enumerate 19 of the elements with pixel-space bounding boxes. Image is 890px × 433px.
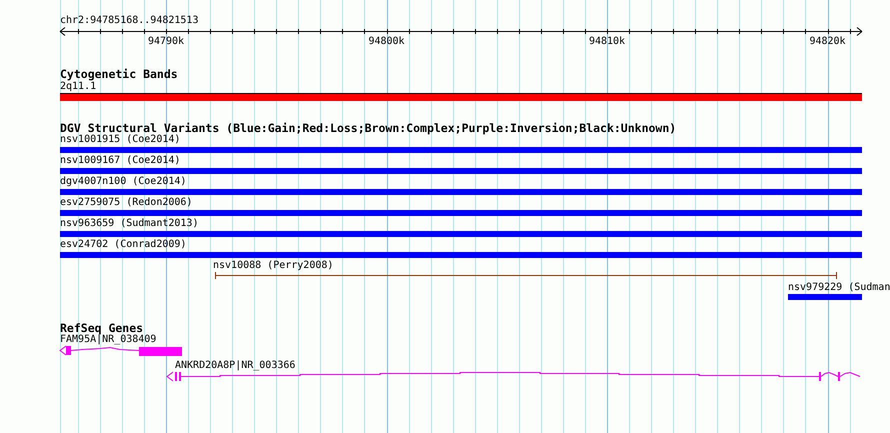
tick-label: 94820k bbox=[809, 36, 846, 47]
variant-label: esv24702 (Conrad2009) bbox=[60, 239, 186, 250]
variant-label: nsv1001915 (Coe2014) bbox=[60, 134, 180, 145]
variant-label: esv2759075 (Redon2006) bbox=[60, 197, 192, 208]
gene-label: FAM95A|NR_038409 bbox=[60, 334, 156, 345]
band-label: 2q11.1 bbox=[60, 81, 96, 92]
track-title: DGV Structural Variants (Blue:Gain;Red:Loss;Brown:Complex;Purple:Inversion;Black:Unknown) bbox=[60, 122, 676, 135]
variant-label: dgv4007n100 (Coe2014) bbox=[60, 176, 186, 187]
region-label: chr2:94785168..94821513 bbox=[60, 15, 198, 26]
variant-label: nsv10088 (Perry2008) bbox=[213, 260, 334, 271]
tick-label: 94790k bbox=[148, 36, 184, 47]
tick-label: 94810k bbox=[588, 36, 626, 47]
variant-label: nsv1009167 (Coe2014) bbox=[60, 155, 180, 166]
gene-label: ANKRD20A8P|NR_003366 bbox=[175, 360, 296, 371]
tick-label: 94800k bbox=[368, 36, 405, 47]
variant-label: nsv963659 (Sudmant2013) bbox=[60, 218, 198, 229]
track-title: RefSeq Genes bbox=[60, 322, 144, 335]
track-title: Cytogenetic Bands bbox=[60, 68, 178, 81]
variant-label: nsv979229 (Sudman bbox=[788, 282, 890, 293]
